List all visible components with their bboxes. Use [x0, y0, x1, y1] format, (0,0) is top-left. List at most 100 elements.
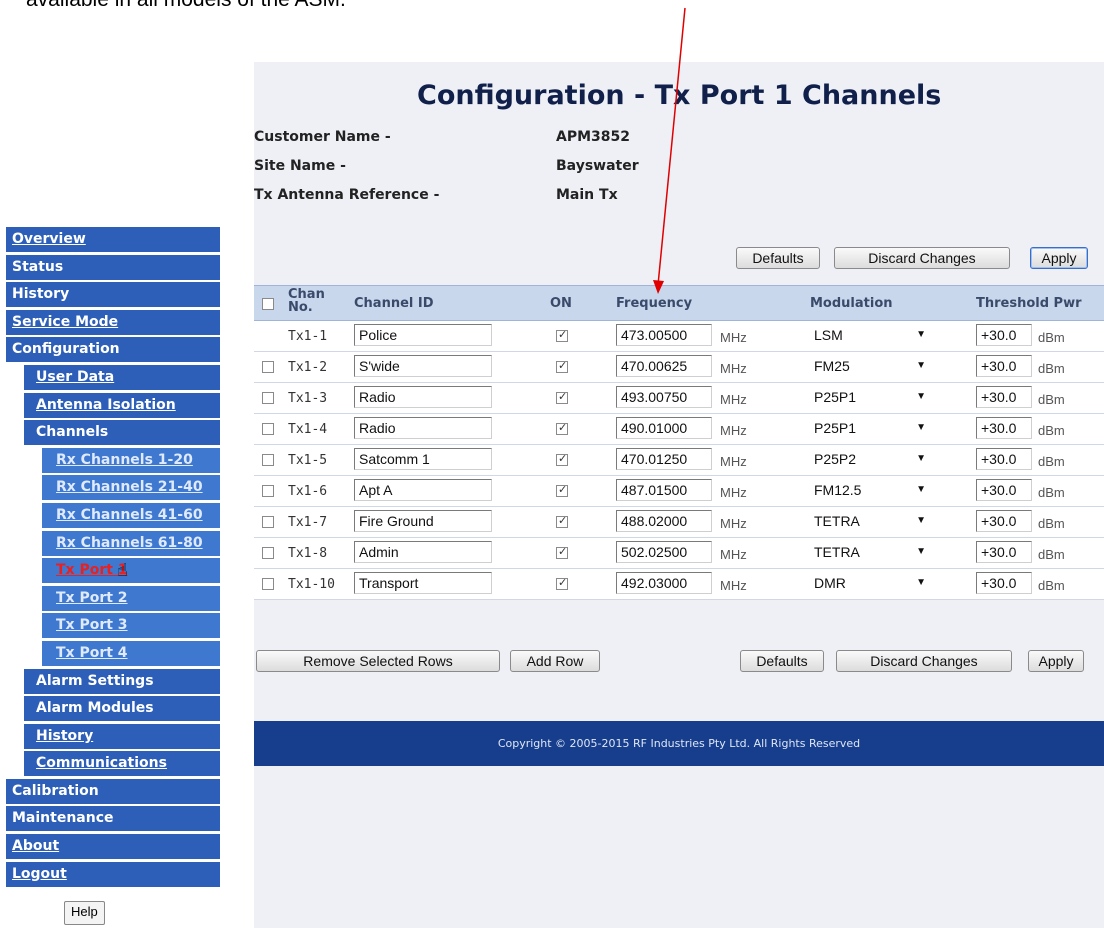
row-select-checkbox[interactable] — [262, 516, 274, 528]
threshold-pwr-input[interactable]: +30.0 — [976, 572, 1032, 594]
on-checkbox[interactable] — [556, 390, 568, 404]
sidebar-item-rx-channels-21-40[interactable]: Rx Channels 21-40 — [42, 475, 220, 501]
site-name-label: Site Name - — [254, 158, 346, 174]
modulation-select[interactable]: TETRA ▼ — [810, 510, 930, 532]
defaults-button-bottom[interactable]: Defaults — [740, 650, 824, 672]
sidebar-item-user-data[interactable]: User Data — [24, 364, 220, 390]
sidebar-item-rx-channels-61-80[interactable]: Rx Channels 61-80 — [42, 530, 220, 556]
row-select-checkbox[interactable] — [262, 361, 274, 373]
modulation-select[interactable]: FM12.5 ▼ — [810, 479, 930, 501]
threshold-pwr-input[interactable]: +30.0 — [976, 510, 1032, 532]
on-checkbox[interactable] — [556, 328, 568, 342]
power-unit: dBm — [1038, 361, 1065, 376]
sidebar-item-calibration[interactable]: Calibration — [6, 778, 220, 804]
sidebar-item-channels[interactable]: Channels — [24, 420, 220, 446]
apply-button-bottom[interactable]: Apply — [1028, 650, 1084, 672]
threshold-pwr-input[interactable]: +30.0 — [976, 479, 1032, 501]
threshold-pwr-input[interactable]: +30.0 — [976, 355, 1032, 377]
on-checkbox[interactable] — [556, 452, 568, 466]
modulation-value: TETRA — [814, 544, 860, 560]
channel-id-input[interactable]: Radio — [354, 386, 492, 408]
frequency-unit: MHz — [720, 423, 747, 438]
sidebar-item-alarm-modules[interactable]: Alarm Modules — [24, 696, 220, 722]
modulation-select[interactable]: P25P1 ▼ — [810, 417, 930, 439]
header-on: ON — [550, 296, 572, 311]
sidebar-item-rx-channels-41-60[interactable]: Rx Channels 41-60 — [42, 502, 220, 528]
threshold-pwr-input[interactable]: +30.0 — [976, 417, 1032, 439]
defaults-button-top[interactable]: Defaults — [736, 247, 820, 269]
discard-changes-button-top[interactable]: Discard Changes — [834, 247, 1010, 269]
channel-id-input[interactable]: Fire Ground — [354, 510, 492, 532]
row-select-checkbox[interactable] — [262, 547, 274, 559]
modulation-select[interactable]: FM25 ▼ — [810, 355, 930, 377]
frequency-input[interactable]: 487.01500 — [616, 479, 712, 501]
frequency-input[interactable]: 490.01000 — [616, 417, 712, 439]
on-checkbox[interactable] — [556, 359, 568, 373]
modulation-select[interactable]: P25P2 ▼ — [810, 448, 930, 470]
sidebar-item-tx-port-1[interactable]: Tx Port 1 — [42, 558, 220, 584]
sidebar-item-logout[interactable]: Logout — [6, 861, 220, 887]
frequency-unit: MHz — [720, 547, 747, 562]
power-unit: dBm — [1038, 516, 1065, 531]
row-select-checkbox[interactable] — [262, 392, 274, 404]
channel-id-input[interactable]: Transport — [354, 572, 492, 594]
on-checkbox[interactable] — [556, 514, 568, 528]
remove-selected-rows-button[interactable]: Remove Selected Rows — [256, 650, 500, 672]
add-row-button[interactable]: Add Row — [510, 650, 600, 672]
on-checkbox[interactable] — [556, 483, 568, 497]
chan-no: Tx1-10 — [288, 577, 335, 592]
row-select-checkbox[interactable] — [262, 454, 274, 466]
row-select-checkbox[interactable] — [262, 423, 274, 435]
on-checkbox[interactable] — [556, 545, 568, 559]
channel-id-input[interactable]: Apt A — [354, 479, 492, 501]
channel-id-input[interactable]: Admin — [354, 541, 492, 563]
sidebar-item-communications[interactable]: Communications — [24, 751, 220, 777]
select-all-checkbox[interactable] — [262, 298, 274, 310]
sidebar-item-overview[interactable]: Overview — [6, 227, 220, 252]
sidebar-item-history[interactable]: History — [6, 282, 220, 308]
channel-id-input[interactable]: S'wide — [354, 355, 492, 377]
row-select-checkbox[interactable] — [262, 485, 274, 497]
sidebar-item-service-mode[interactable]: Service Mode — [6, 309, 220, 335]
modulation-select[interactable]: DMR ▼ — [810, 572, 930, 594]
frequency-input[interactable]: 493.00750 — [616, 386, 712, 408]
chan-no: Tx1-1 — [288, 329, 328, 344]
frequency-unit: MHz — [720, 330, 747, 345]
frequency-unit: MHz — [720, 392, 747, 407]
modulation-select[interactable]: P25P1 ▼ — [810, 386, 930, 408]
threshold-pwr-input[interactable]: +30.0 — [976, 448, 1032, 470]
channel-id-input[interactable]: Satcomm 1 — [354, 448, 492, 470]
apply-button-top[interactable]: Apply — [1030, 247, 1088, 269]
sidebar-item-rx-channels-1-20[interactable]: Rx Channels 1-20 — [42, 447, 220, 473]
frequency-input[interactable]: 473.00500 — [616, 324, 712, 346]
modulation-select[interactable]: TETRA ▼ — [810, 541, 930, 563]
frequency-input[interactable]: 502.02500 — [616, 541, 712, 563]
discard-changes-button-bottom[interactable]: Discard Changes — [836, 650, 1012, 672]
sidebar-item-about[interactable]: About — [6, 834, 220, 860]
channel-id-input[interactable]: Radio — [354, 417, 492, 439]
sidebar-item-tx-port-2[interactable]: Tx Port 2 — [42, 585, 220, 611]
frequency-input[interactable]: 470.00625 — [616, 355, 712, 377]
modulation-select[interactable]: LSM ▼ — [810, 324, 930, 346]
chan-no: Tx1-2 — [288, 360, 328, 375]
help-button[interactable]: Help — [64, 901, 105, 925]
threshold-pwr-input[interactable]: +30.0 — [976, 324, 1032, 346]
site-name-value: Bayswater — [556, 158, 639, 174]
sidebar-item-status[interactable]: Status — [6, 254, 220, 280]
on-checkbox[interactable] — [556, 421, 568, 435]
threshold-pwr-input[interactable]: +30.0 — [976, 386, 1032, 408]
row-select-checkbox[interactable] — [262, 578, 274, 590]
sidebar-item-alarm-settings[interactable]: Alarm Settings — [24, 668, 220, 694]
channel-id-input[interactable]: Police — [354, 324, 492, 346]
frequency-input[interactable]: 470.01250 — [616, 448, 712, 470]
sidebar-item-tx-port-3[interactable]: Tx Port 3 — [42, 613, 220, 639]
sidebar-item-configuration[interactable]: Configuration — [6, 337, 220, 363]
sidebar-item-antenna-isolation[interactable]: Antenna Isolation — [24, 392, 220, 418]
sidebar-item-history[interactable]: History — [24, 723, 220, 749]
frequency-input[interactable]: 492.03000 — [616, 572, 712, 594]
sidebar-item-tx-port-4[interactable]: Tx Port 4 — [42, 640, 220, 666]
threshold-pwr-input[interactable]: +30.0 — [976, 541, 1032, 563]
on-checkbox[interactable] — [556, 576, 568, 590]
frequency-input[interactable]: 488.02000 — [616, 510, 712, 532]
sidebar-item-maintenance[interactable]: Maintenance — [6, 806, 220, 832]
